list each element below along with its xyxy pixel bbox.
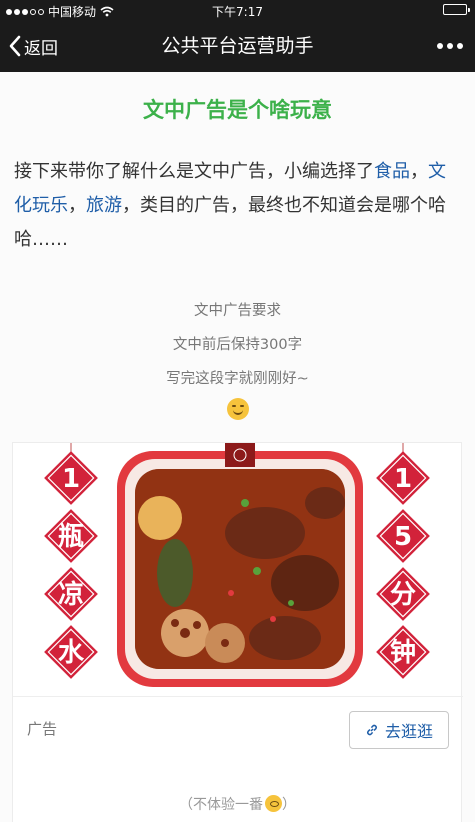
- ad-left-char: 凉: [58, 580, 84, 610]
- go-browse-button[interactable]: 去逛逛: [349, 711, 449, 749]
- para-text: ，: [68, 195, 86, 216]
- note-line: 写完这段字就刚刚好~: [166, 371, 309, 387]
- more-dot-icon: [457, 43, 463, 49]
- food-tray-illustration: [117, 443, 363, 687]
- closing-text: （不体验一番: [179, 797, 263, 813]
- cool-emoji-icon: [265, 795, 282, 812]
- category-link-travel[interactable]: 旅游: [86, 195, 122, 216]
- centered-notes: 文中广告要求 文中前后保持300字 写完这段字就刚刚好~: [0, 294, 475, 396]
- para-text: 接下来带你了解什么是文中广告，小编选择了: [14, 161, 374, 182]
- more-dot-icon: [447, 43, 453, 49]
- article-headline: 文中广告是个啥玩意: [143, 98, 332, 122]
- status-time: 下午7:17: [212, 5, 263, 19]
- more-options-button[interactable]: [437, 20, 463, 72]
- ad-footer: 广告 去逛逛: [13, 696, 463, 762]
- battery-icon: [443, 4, 470, 15]
- note-line: 文中前后保持300字: [172, 337, 303, 353]
- ad-right-char: 5: [394, 522, 412, 552]
- closing-line: （不体验一番 ）: [0, 794, 475, 814]
- go-browse-label: 去逛逛: [384, 722, 433, 741]
- more-dot-icon: [437, 43, 443, 49]
- article-content: 文中广告是个啥玩意 接下来带你了解什么是文中广告，小编选择了食品，文化玩乐，旅游…: [0, 72, 475, 822]
- ad-right-char: 钟: [390, 637, 416, 668]
- ad-label: 广告: [27, 720, 58, 738]
- closing-paren: ）: [282, 797, 296, 813]
- ad-card[interactable]: 1 瓶 凉 水 1 5 分 钟 广告 去逛逛: [12, 442, 463, 822]
- ad-right-char: 分: [390, 580, 416, 610]
- grin-emoji-icon: [227, 398, 249, 420]
- page-title: 公共平台运营助手: [161, 35, 314, 57]
- para-text: ，: [410, 161, 428, 182]
- ad-left-char: 瓶: [58, 522, 84, 552]
- ad-left-char: 水: [58, 638, 85, 668]
- ad-image[interactable]: 1 瓶 凉 水 1 5 分 钟: [35, 443, 445, 695]
- ad-left-char: 1: [62, 464, 80, 494]
- ad-right-char: 1: [394, 464, 412, 494]
- article-paragraph: 接下来带你了解什么是文中广告，小编选择了食品，文化玩乐，旅游，类目的广告，最终也…: [14, 155, 460, 257]
- status-bar: 中国移动 下午7:17: [0, 0, 475, 20]
- link-icon: [367, 724, 377, 736]
- category-link-food[interactable]: 食品: [374, 161, 410, 182]
- note-line: 文中广告要求: [194, 303, 281, 319]
- nav-bar: 返回 公共平台运营助手: [0, 20, 475, 72]
